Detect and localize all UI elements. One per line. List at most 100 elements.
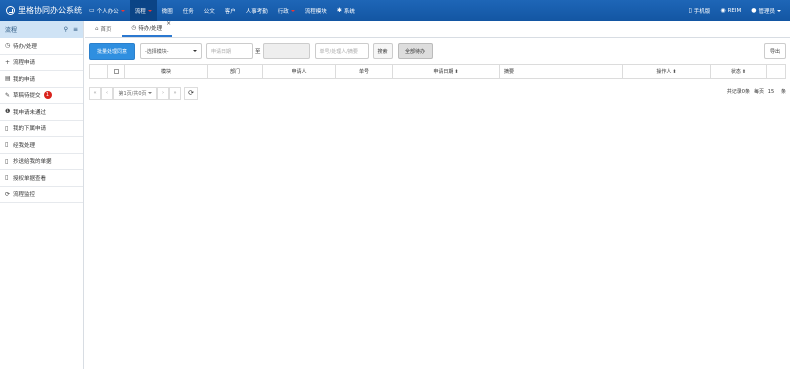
tab-todo[interactable]: ◷ 待办/处理 × [121,20,173,37]
nav-documents[interactable]: 公文 [199,0,220,21]
nav-weiquan[interactable]: 微圈 [157,0,178,21]
bookmark-icon: ▯ [5,157,9,165]
first-page-button[interactable]: « [89,86,101,100]
nav-hr-attendance[interactable]: 人事考勤 [241,0,273,21]
sidebar-item-apply[interactable]: + 流程申请 [0,55,83,71]
clock-icon: ◷ [5,42,11,50]
user-icon: ● [751,7,757,14]
date-to-input[interactable] [262,43,310,59]
top-nav-bar: 里格协同办公系统 ▭ 个人办公 流程 微圈 任务 公文 客户 人事考勤 行政 流… [0,0,790,21]
brand[interactable]: 里格协同办公系统 [0,5,84,16]
nav-workflow-module[interactable]: 流程模块 [300,0,332,21]
nav-label: 流程 [134,8,146,15]
column-header[interactable]: 部门 [208,65,263,78]
nav-tasks[interactable]: 任务 [178,0,199,21]
column-header[interactable]: 模块 [125,65,208,78]
search-icon[interactable]: ⚲ [64,26,68,33]
column-label: 状态 [730,69,741,75]
sidebar-item-label: 我申请未通过 [13,109,47,116]
column-header[interactable]: 状态 ⬍ [711,65,767,78]
nav-system[interactable]: ✱ 系统 [332,0,360,21]
chevron-down-icon [147,92,152,94]
info-icon: ❶ [5,108,11,116]
module-select[interactable]: -选择模块- [140,43,202,59]
chevron-down-icon [147,9,152,12]
total-records: 共记录0条 [726,89,750,95]
sidebar-item-label: 我的下属申请 [13,126,47,133]
row-number-header [90,65,108,78]
nav-label: 人事考勤 [245,8,268,15]
prev-page-button[interactable]: ‹ [101,86,113,100]
chat-icon: ◉ [720,7,726,14]
search-button[interactable]: 搜索 [372,43,393,59]
tab-home[interactable]: ⌂ 首页 [85,21,122,37]
column-label: 申请人 [291,69,307,75]
tab-bar: ⌂ 首页 ◷ 待办/处理 × [85,20,790,38]
all-todo-button[interactable]: 全部待办 [397,43,433,59]
chevron-down-icon [120,9,125,12]
nav-reim[interactable]: ◉ REIM [715,0,746,21]
tab-label: 待办/处理 [138,26,163,32]
edit-icon: ✎ [5,91,11,99]
page-indicator[interactable]: 第1页/共0页 [113,86,157,100]
nav-personal-office[interactable]: ▭ 个人办公 [84,0,130,21]
close-icon[interactable]: × [166,20,171,27]
export-button[interactable]: 导出 [764,43,786,59]
monitor-icon: ▭ [89,7,95,14]
nav-label: 行政 [277,8,289,15]
next-page-button[interactable]: › [157,86,169,100]
nav-label: 公文 [203,8,215,15]
column-header[interactable]: 摘要 [500,65,623,78]
per-page-input[interactable]: 15 [764,89,778,95]
sidebar-item-rejected[interactable]: ❶ 我申请未通过 [0,104,83,121]
sidebar-item-drafts[interactable]: ✎ 草稿待提交 1 [0,88,83,104]
column-label: 模块 [160,69,171,75]
sidebar-item-my-applications[interactable]: ▤ 我的申请 [0,71,83,88]
sidebar-item-cc[interactable]: ▯ 抄送给我的单据 [0,154,83,170]
filter-toolbar: 批量处理同意 -选择模块- 申请日期 至 单号/处理人/摘要 搜索 全部待办 导… [85,42,790,60]
column-header[interactable]: 申请日期 ⬍ [393,65,500,78]
sidebar-item-monitor[interactable]: ⟳ 流程监控 [0,187,83,203]
main-nav: ▭ 个人办公 流程 微圈 任务 公文 客户 人事考勤 行政 流程模块 ✱ 系统 [84,0,360,21]
sidebar-item-label: 流程申请 [13,60,36,67]
page-text: 第1页/共0页 [118,90,147,97]
nav-user[interactable]: ● 管理员 [746,0,786,21]
sidebar-item-label: 我的申请 [13,76,36,83]
nav-customers[interactable]: 客户 [220,0,241,21]
nav-label: REIM [727,7,742,14]
sidebar-item-handled[interactable]: ▯ 经我处理 [0,137,83,154]
pager-info: 共记录0条 每页 15 条 [726,88,786,96]
sort-icon[interactable]: ⬍ [454,69,458,75]
sidebar-item-label: 草稿待提交 [13,93,41,100]
sort-icon[interactable]: ⬍ [742,69,746,75]
select-all-checkbox[interactable] [113,69,119,74]
clock-icon: ◷ [131,25,137,31]
batch-approve-button[interactable]: 批量处理同意 [89,42,135,60]
tab-label: 首页 [100,27,112,33]
data-table-header: 模块 部门 申请人 单号 申请日期 ⬍ 摘要 操作人 ⬍ 状态 ⬍ [89,64,786,79]
keyword-input[interactable]: 单号/处理人/摘要 [314,43,369,59]
nav-admin[interactable]: 行政 [273,0,300,21]
sidebar-item-authorized[interactable]: ▯ 授权单据查看 [0,170,83,187]
nav-workflow[interactable]: 流程 [129,0,157,21]
sidebar-item-todo[interactable]: ◷ 待办/处理 [0,38,83,55]
bookmark-icon: ▯ [5,124,9,132]
date-from-input[interactable]: 申请日期 [206,43,253,59]
column-header[interactable]: 申请人 [263,65,336,78]
gear-icon: ✱ [336,7,342,14]
bookmark-icon: ▯ [5,141,9,149]
refresh-icon[interactable]: ⟳ [184,86,198,100]
column-header[interactable]: 操作人 ⬍ [623,65,711,78]
column-header[interactable]: 单号 [336,65,393,78]
last-page-button[interactable]: » [169,86,181,100]
nav-mobile[interactable]: ▯ 手机版 [683,0,715,21]
menu-icon[interactable]: ≡ [73,26,78,33]
nav-label: 流程模块 [304,8,327,15]
nav-label: 客户 [224,8,236,15]
sidebar-item-label: 经我处理 [13,142,36,149]
nav-label: 任务 [182,8,194,15]
sort-icon[interactable]: ⬍ [672,69,676,75]
mobile-icon: ▯ [688,7,692,14]
nav-label: 管理员 [758,8,775,15]
sidebar-item-subordinates[interactable]: ▯ 我的下属申请 [0,121,83,137]
